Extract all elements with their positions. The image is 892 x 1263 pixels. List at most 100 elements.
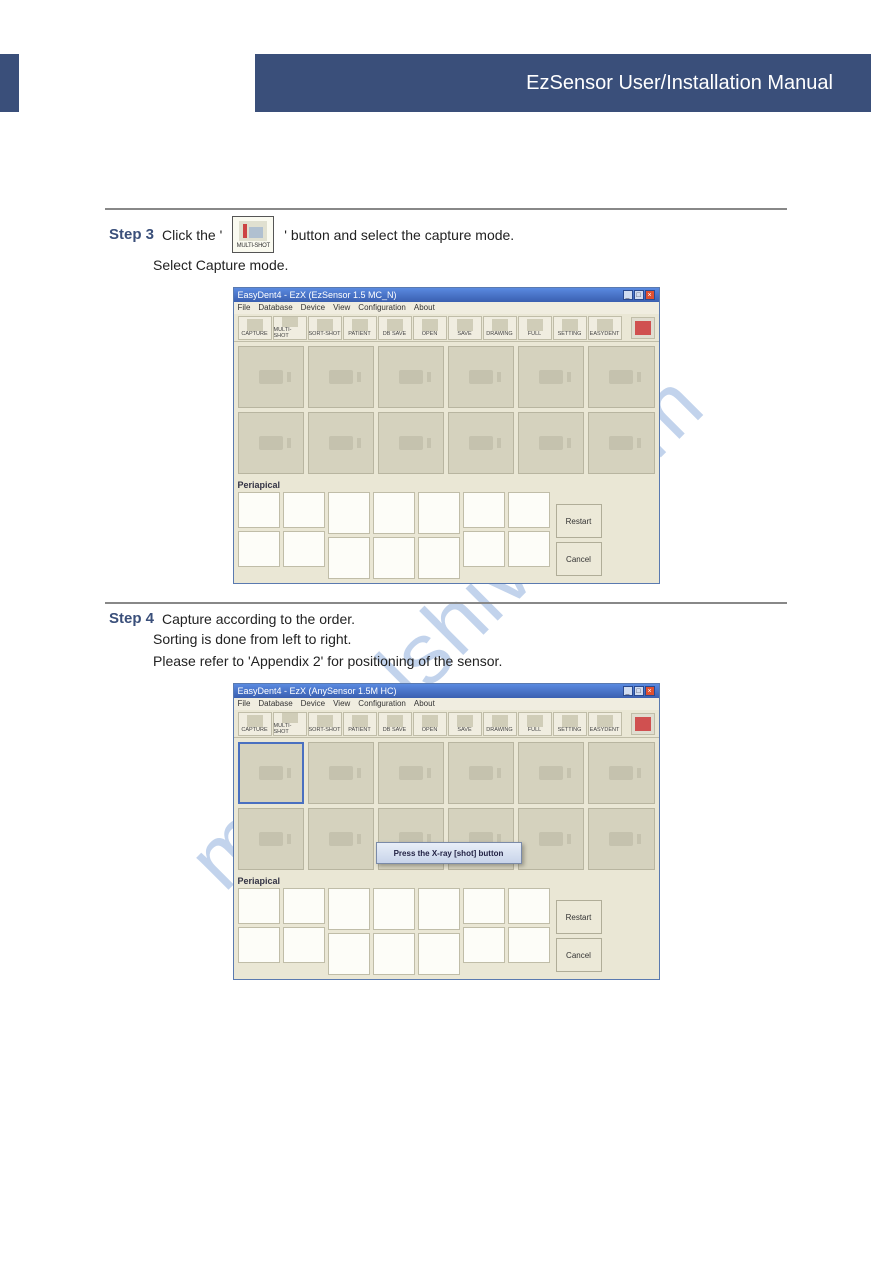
capture-slot-selected[interactable]	[238, 742, 304, 804]
tb-dbsave[interactable]: DB SAVE	[378, 712, 412, 736]
tb-setting[interactable]: SETTING	[553, 316, 587, 340]
capture-slot[interactable]	[238, 412, 304, 474]
window-title: EasyDent4 - EzX (AnySensor 1.5M HC)	[238, 686, 397, 696]
tooth-thumb[interactable]	[328, 933, 370, 975]
tooth-thumb[interactable]	[418, 933, 460, 975]
tb-full[interactable]: FULL	[518, 316, 552, 340]
tooth-thumb[interactable]	[328, 492, 370, 534]
tooth-thumb[interactable]	[238, 492, 280, 528]
capture-slot[interactable]	[448, 742, 514, 804]
tooth-thumb[interactable]	[508, 531, 550, 567]
tooth-thumb[interactable]	[238, 531, 280, 567]
tb-capture[interactable]: CAPTURE	[238, 316, 272, 340]
tb-multishot[interactable]: MULTI-SHOT	[273, 712, 307, 736]
tooth-thumb[interactable]	[373, 492, 415, 534]
tooth-thumb[interactable]	[418, 888, 460, 930]
tooth-thumb[interactable]	[418, 492, 460, 534]
menu-database[interactable]: Database	[258, 699, 292, 709]
menu-database[interactable]: Database	[258, 303, 292, 313]
capture-slot[interactable]	[518, 808, 584, 870]
capture-slot[interactable]	[518, 346, 584, 408]
menu-config[interactable]: Configuration	[358, 303, 406, 313]
close-icon[interactable]: ×	[645, 290, 655, 300]
capture-slot[interactable]	[308, 412, 374, 474]
capture-slot[interactable]	[518, 412, 584, 474]
menu-file[interactable]: File	[238, 303, 251, 313]
capture-slot[interactable]	[588, 346, 654, 408]
tooth-thumb[interactable]	[463, 531, 505, 567]
menu-device[interactable]: Device	[301, 699, 325, 709]
menu-config[interactable]: Configuration	[358, 699, 406, 709]
capture-slot[interactable]	[588, 808, 654, 870]
menu-file[interactable]: File	[238, 699, 251, 709]
tb-dbsave[interactable]: DB SAVE	[378, 316, 412, 340]
capture-slot[interactable]	[378, 742, 444, 804]
menu-device[interactable]: Device	[301, 303, 325, 313]
tooth-thumb[interactable]	[508, 492, 550, 528]
tooth-thumb[interactable]	[508, 927, 550, 963]
tb-open[interactable]: OPEN	[413, 316, 447, 340]
tooth-thumb[interactable]	[283, 492, 325, 528]
minimize-icon[interactable]: _	[623, 686, 633, 696]
tooth-thumb[interactable]	[328, 537, 370, 579]
capture-slot[interactable]	[518, 742, 584, 804]
maximize-icon[interactable]: □	[634, 290, 644, 300]
restart-button[interactable]: Restart	[556, 504, 602, 538]
cancel-button[interactable]: Cancel	[556, 542, 602, 576]
tb-full[interactable]: FULL	[518, 712, 552, 736]
tb-capture[interactable]: CAPTURE	[238, 712, 272, 736]
tb-patient[interactable]: PATIENT	[343, 316, 377, 340]
menu-view[interactable]: View	[333, 303, 350, 313]
capture-slot[interactable]	[588, 412, 654, 474]
capture-slot[interactable]	[238, 808, 304, 870]
tb-alert-icon[interactable]	[631, 713, 655, 735]
tooth-thumb[interactable]	[373, 537, 415, 579]
capture-slot[interactable]	[238, 346, 304, 408]
tb-sortshot[interactable]: SORT-SHOT	[308, 316, 342, 340]
tb-patient[interactable]: PATIENT	[343, 712, 377, 736]
tooth-thumb[interactable]	[463, 927, 505, 963]
tb-setting[interactable]: SETTING	[553, 712, 587, 736]
tb-sortshot[interactable]: SORT-SHOT	[308, 712, 342, 736]
tooth-thumb[interactable]	[373, 888, 415, 930]
tb-multishot[interactable]: MULTI-SHOT	[273, 316, 307, 340]
capture-slot[interactable]	[378, 346, 444, 408]
cancel-button[interactable]: Cancel	[556, 938, 602, 972]
capture-slot[interactable]	[308, 742, 374, 804]
tooth-thumb[interactable]	[328, 888, 370, 930]
tooth-thumb[interactable]	[418, 537, 460, 579]
capture-slot[interactable]	[308, 346, 374, 408]
tooth-thumb[interactable]	[283, 888, 325, 924]
tooth-thumb[interactable]	[463, 888, 505, 924]
tb-drawing[interactable]: DRAWING	[483, 712, 517, 736]
tb-easydent[interactable]: EASYDENT	[588, 712, 622, 736]
tb-easydent[interactable]: EASYDENT	[588, 316, 622, 340]
tb-drawing[interactable]: DRAWING	[483, 316, 517, 340]
tooth-thumb[interactable]	[238, 927, 280, 963]
tooth-thumb[interactable]	[283, 927, 325, 963]
tb-alert-icon[interactable]	[631, 317, 655, 339]
capture-slot[interactable]	[588, 742, 654, 804]
capture-slot[interactable]	[378, 412, 444, 474]
close-icon[interactable]: ×	[645, 686, 655, 696]
tooth-thumb[interactable]	[373, 933, 415, 975]
menu-about[interactable]: About	[414, 699, 435, 709]
maximize-icon[interactable]: □	[634, 686, 644, 696]
tb-save[interactable]: SAVE	[448, 316, 482, 340]
tooth-thumb[interactable]	[508, 888, 550, 924]
tb-open[interactable]: OPEN	[413, 712, 447, 736]
tooth-thumb[interactable]	[463, 492, 505, 528]
tooth-thumb[interactable]	[283, 531, 325, 567]
step4-text: Capture according to the order.	[162, 611, 355, 627]
capture-slot[interactable]	[448, 346, 514, 408]
capture-slot[interactable]	[448, 412, 514, 474]
restart-button[interactable]: Restart	[556, 900, 602, 934]
menu-view[interactable]: View	[333, 699, 350, 709]
multi-shot-icon: MULTI-SHOT	[232, 216, 274, 253]
tooth-thumb[interactable]	[238, 888, 280, 924]
minimize-icon[interactable]: _	[623, 290, 633, 300]
menu-about[interactable]: About	[414, 303, 435, 313]
step4-block: Step 4 Capture according to the order. S…	[105, 602, 787, 980]
tb-save[interactable]: SAVE	[448, 712, 482, 736]
capture-slot[interactable]	[308, 808, 374, 870]
